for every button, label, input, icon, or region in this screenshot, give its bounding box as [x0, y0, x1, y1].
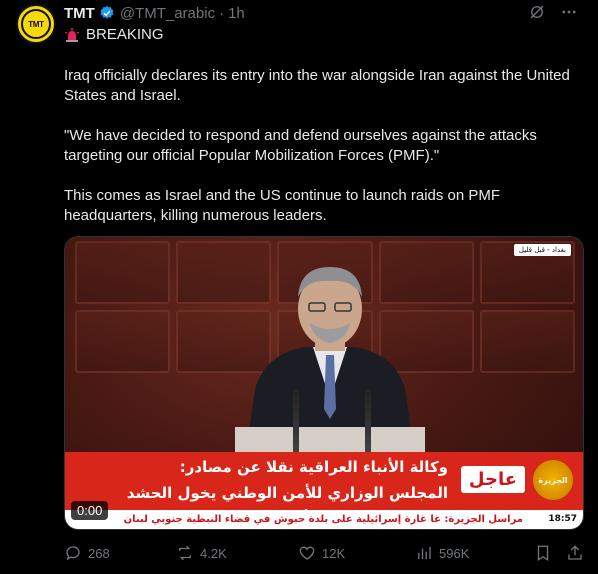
ticker-clock: 18:57: [548, 514, 577, 524]
video-player[interactable]: بغداد - قبل قليل وكالة الأنباء العراقية …: [64, 236, 584, 530]
reply-count: 268: [88, 545, 110, 561]
microphone-right: [365, 389, 371, 459]
verified-badge-icon: [100, 6, 114, 19]
tweet-paragraph-1: Iraq officially declares its entry into …: [64, 67, 570, 104]
more-options-icon[interactable]: [560, 3, 578, 21]
bookmark-button[interactable]: [534, 544, 552, 562]
repost-icon: [179, 545, 191, 561]
urgent-badge: عاجل: [460, 466, 525, 493]
tweet-header: TMT @TMT_arabic · 1h: [64, 3, 588, 23]
sub-ticker-text: مراسل الجزيرة: غا غارة إسرائيلية على بلد…: [123, 514, 523, 525]
breaking-line: BREAKING: [64, 25, 584, 45]
grok-icon[interactable]: [528, 3, 546, 21]
share-button[interactable]: [566, 544, 584, 562]
reply-icon: [66, 546, 80, 561]
tweet-paragraph-2: "We have decided to respond and defend o…: [64, 127, 537, 164]
channel-logo: الجزيرة: [533, 460, 573, 500]
news-ticker-sub: مراسل الجزيرة: غا غارة إسرائيلية على بلد…: [65, 510, 583, 529]
like-count: 12K: [322, 545, 346, 561]
breaking-label: BREAKING: [86, 26, 164, 43]
views-button[interactable]: 596K: [415, 544, 469, 562]
siren-icon: [65, 28, 79, 42]
heart-icon: [299, 546, 315, 560]
views-chart-icon: [418, 547, 431, 559]
speaker-figure: [235, 267, 425, 459]
user-handle[interactable]: @TMT_arabic: [120, 5, 215, 22]
microphone-left: [293, 389, 299, 459]
playback-time: 0:00: [71, 501, 109, 520]
repost-count: 4.2K: [200, 545, 227, 561]
like-button[interactable]: 12K: [298, 544, 345, 562]
separator-dot: ·: [219, 4, 225, 22]
reply-button[interactable]: 268: [64, 544, 110, 562]
timestamp[interactable]: 1h: [228, 5, 245, 22]
bookmark-icon: [537, 545, 549, 562]
share-icon: [568, 545, 582, 560]
action-bar: 268 4.2K 12K 596K: [64, 543, 584, 563]
news-ticker-main: وكالة الأنباء العراقية نقلا عن مصادر: ال…: [65, 452, 583, 528]
views-count: 596K: [439, 545, 470, 561]
avatar[interactable]: TMT: [16, 4, 56, 44]
location-tag: بغداد - قبل قليل: [513, 244, 571, 256]
repost-button[interactable]: 4.2K: [176, 544, 227, 562]
display-name[interactable]: TMT: [64, 5, 95, 22]
tweet-paragraph-3: This comes as Israel and the US continue…: [64, 187, 501, 224]
avatar-logo-text: TMT: [21, 9, 51, 39]
